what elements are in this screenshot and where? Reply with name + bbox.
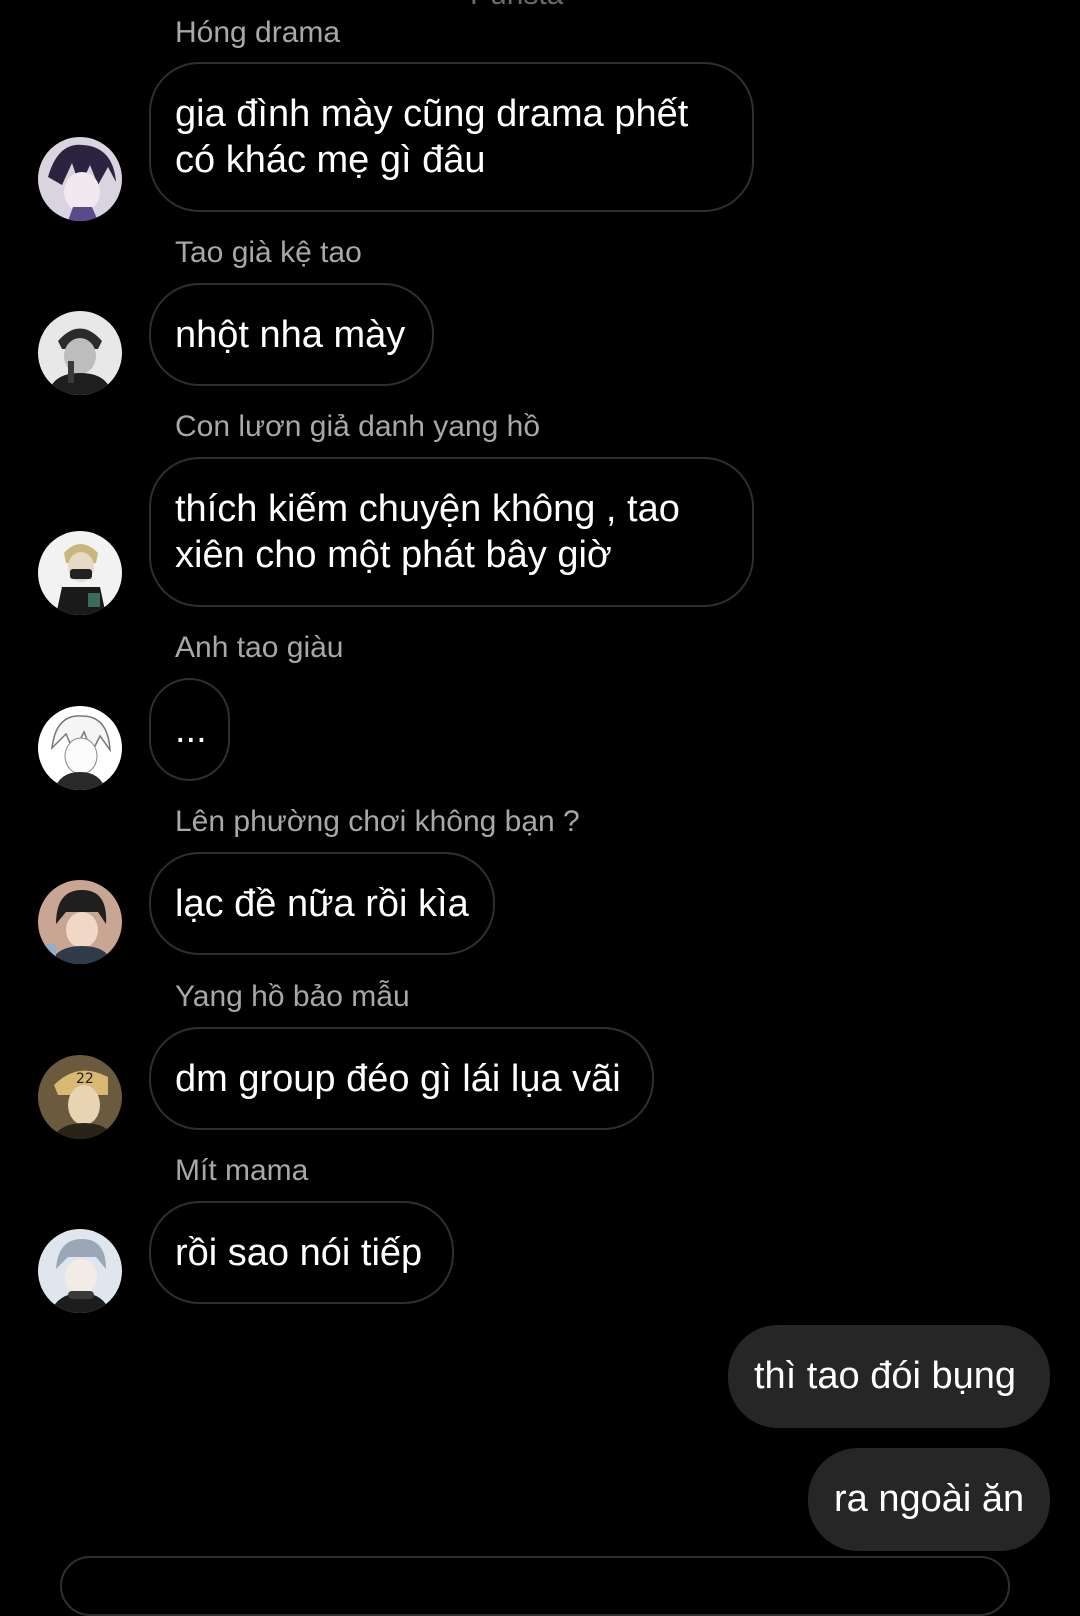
avatar-image	[38, 706, 122, 790]
svg-text:22: 22	[76, 1071, 94, 1087]
avatar[interactable]	[38, 311, 122, 395]
sender-name: Anh tao giàu	[175, 631, 344, 664]
outgoing-message-bubble[interactable]: ra ngoài ăn	[808, 1448, 1050, 1551]
incoming-message-bubble[interactable]: dm group đéo gì lái lụa vãi	[149, 1027, 654, 1130]
incoming-message-bubble[interactable]: nhột nha mày	[149, 283, 434, 386]
avatar-image	[38, 880, 122, 964]
chat-title-cut: Punsta	[470, 0, 563, 12]
incoming-message-bubble[interactable]: rồi sao nói tiếp	[149, 1201, 454, 1304]
avatar[interactable]	[38, 706, 122, 790]
sender-name: Tao già kệ tao	[175, 236, 362, 269]
avatar-image	[38, 531, 122, 615]
avatar-image	[38, 137, 122, 221]
sender-name: Con lươn giả danh yang hồ	[175, 410, 541, 443]
avatar[interactable]	[38, 531, 122, 615]
sender-name: Yang hồ bảo mẫu	[175, 980, 410, 1013]
avatar-image	[38, 311, 122, 395]
incoming-message-bubble[interactable]: gia đình mày cũng drama phết có khác mẹ …	[149, 62, 754, 212]
incoming-message-bubble[interactable]: ...	[149, 678, 230, 781]
outgoing-message-bubble[interactable]: thì tao đói bụng	[728, 1325, 1050, 1428]
avatar[interactable]	[38, 1229, 122, 1313]
incoming-message-bubble[interactable]: lạc đề nữa rồi kìa	[149, 852, 495, 955]
avatar-image: 22	[38, 1055, 122, 1139]
sender-name: Hóng drama	[175, 16, 341, 49]
message-composer[interactable]	[60, 1556, 1010, 1616]
avatar-image	[38, 1229, 122, 1313]
avatar[interactable]: 22	[38, 1055, 122, 1139]
sender-name: Lên phường chơi không bạn ?	[175, 805, 580, 838]
incoming-message-bubble[interactable]: thích kiếm chuyện không , tao xiên cho m…	[149, 457, 754, 607]
avatar[interactable]	[38, 880, 122, 964]
sender-name: Mít mama	[175, 1154, 309, 1187]
avatar[interactable]	[38, 137, 122, 221]
